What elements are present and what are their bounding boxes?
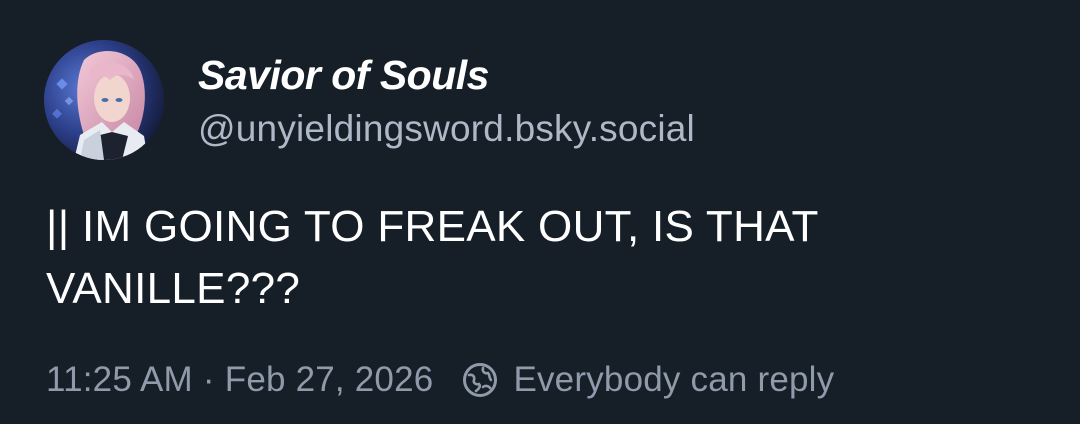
reply-setting-button[interactable]: Everybody can reply	[461, 360, 834, 400]
reply-setting-label: Everybody can reply	[513, 360, 835, 399]
avatar[interactable]	[44, 40, 164, 160]
post-date: Feb 27, 2026	[224, 360, 434, 399]
globe-icon	[461, 361, 499, 399]
user-handle[interactable]: @unyieldingsword.bsky.social	[198, 107, 695, 151]
post-text: || IM GOING TO FREAK OUT, IS THAT VANILL…	[46, 202, 819, 313]
meta-separator: ·	[202, 360, 215, 399]
display-name[interactable]: Savior of Souls	[198, 52, 695, 98]
author-names: Savior of Souls @unyieldingsword.bsky.so…	[198, 52, 695, 151]
post-card: Savior of Souls @unyieldingsword.bsky.so…	[0, 0, 1080, 424]
post-header: Savior of Souls @unyieldingsword.bsky.so…	[44, 40, 695, 160]
post-meta: 11:25 AM · Feb 27, 2026 Everybody can re…	[46, 356, 834, 404]
post-time: 11:25 AM	[46, 360, 193, 399]
avatar-image	[44, 40, 164, 160]
